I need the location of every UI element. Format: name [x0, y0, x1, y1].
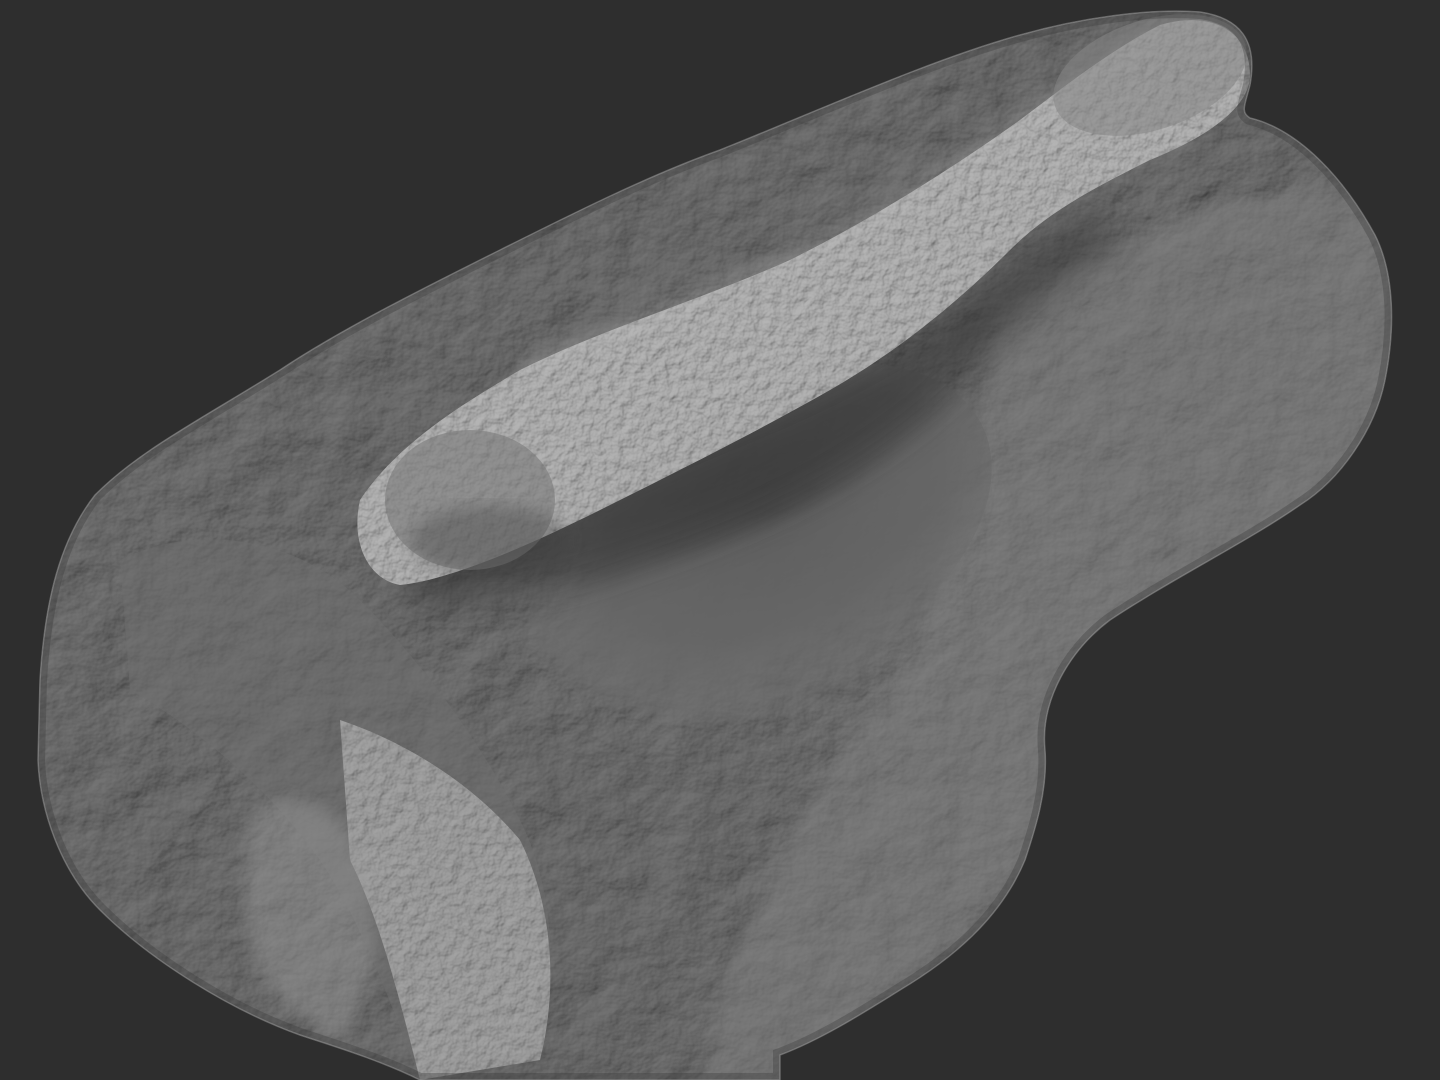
- rock-mesh-render[interactable]: [0, 0, 1440, 1080]
- 3d-viewport[interactable]: [0, 0, 1440, 1080]
- boulder-left-shade: [410, 505, 570, 575]
